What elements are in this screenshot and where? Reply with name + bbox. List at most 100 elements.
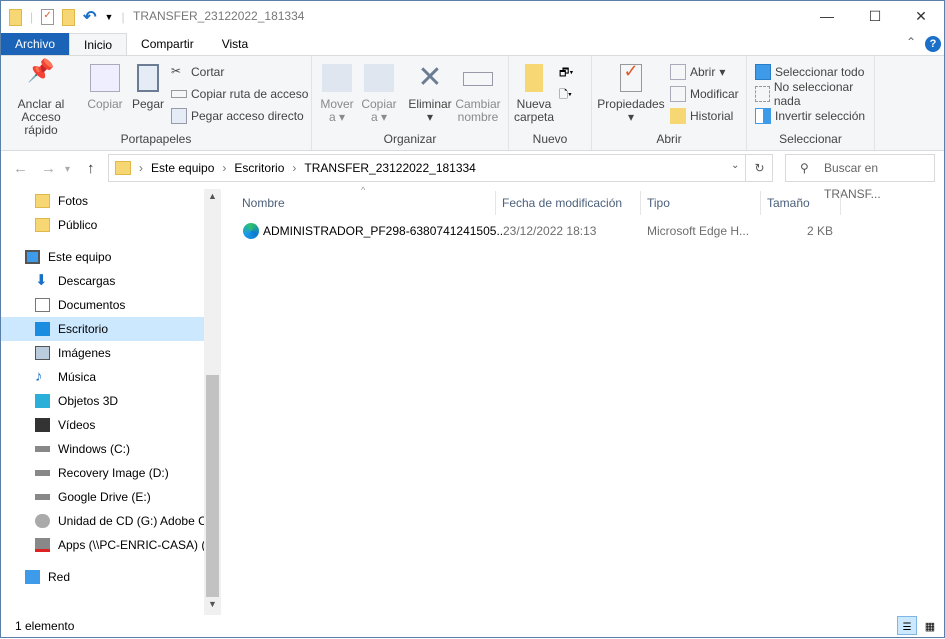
ribbon-tabs: Archivo Inicio Compartir Vista ⌃ ? — [1, 33, 944, 55]
column-header-tamano[interactable]: Tamaño — [761, 191, 841, 215]
cut-button[interactable]: ✂ Cortar — [171, 62, 224, 82]
nav-item[interactable]: Apps (\\PC-ENRIC-CASA) (P — [1, 533, 204, 557]
nav-item[interactable]: Unidad de CD (G:) Adobe CS — [1, 509, 204, 533]
nav-item-label: Windows (C:) — [58, 442, 131, 456]
group-seleccionar: Seleccionar todo No seleccionar nada Inv… — [747, 56, 875, 150]
breadcrumb-current[interactable]: TRANSFER_23122022_181334 — [304, 161, 475, 175]
copy-icon — [90, 64, 120, 92]
network-drive-icon — [35, 538, 50, 552]
collapse-ribbon-icon[interactable]: ⌃ — [906, 35, 916, 49]
nav-item[interactable]: Google Drive (E:) — [1, 485, 204, 509]
nav-item[interactable]: Red — [1, 565, 204, 589]
tab-inicio[interactable]: Inicio — [69, 33, 128, 55]
nav-item[interactable]: Windows (C:) — [1, 437, 204, 461]
tab-archivo[interactable]: Archivo — [1, 33, 70, 55]
nav-item[interactable]: ⬇ Descargas — [1, 269, 204, 293]
copy-path-button[interactable]: Copiar ruta de acceso — [171, 84, 308, 104]
recent-locations-icon[interactable]: ▾ — [65, 164, 70, 175]
invert-selection-button[interactable]: Invertir selección — [755, 106, 865, 126]
file-date: 23/12/2022 18:13 — [503, 224, 597, 238]
properties-icon[interactable]: ✓ — [41, 9, 55, 25]
paste-button[interactable]: Pegar — [129, 64, 167, 111]
explorer-window: | ✓ ↶ ▼ | TRANSFER_23122022_181334 — ☐ ✕… — [0, 0, 945, 638]
nav-item[interactable]: Vídeos — [1, 413, 204, 437]
nav-item-label: Imágenes — [58, 346, 111, 360]
back-button[interactable]: ← — [13, 160, 28, 177]
help-icon[interactable]: ? — [925, 36, 941, 52]
nav-item[interactable]: Objetos 3D — [1, 389, 204, 413]
nav-item[interactable]: Recovery Image (D:) — [1, 461, 204, 485]
pin-quick-access-button[interactable]: 📌 Anclar al Acceso rápido — [5, 58, 77, 137]
minimize-button[interactable]: — — [804, 1, 850, 31]
up-button[interactable]: ↑ — [87, 160, 95, 177]
new-folder-icon[interactable] — [62, 8, 76, 26]
customize-dropdown-icon[interactable]: ▼ — [105, 12, 114, 22]
computer-icon — [25, 250, 40, 264]
easy-access-icon[interactable]: 🗋▾ — [559, 86, 572, 105]
breadcrumb-escritorio[interactable]: Escritorio — [234, 161, 284, 175]
video-icon — [35, 418, 50, 432]
column-header-fecha[interactable]: Fecha de modificación — [496, 191, 641, 215]
close-button[interactable]: ✕ — [898, 1, 944, 31]
copy-button[interactable]: Copiar — [85, 64, 125, 111]
maximize-button[interactable]: ☐ — [852, 1, 898, 31]
folder-icon — [525, 64, 543, 92]
status-bar: 1 elemento ☰ ▦ — [1, 615, 944, 637]
nav-item-label: Unidad de CD (G:) Adobe CS — [58, 514, 204, 528]
address-dropdown-icon[interactable]: ⌄ — [731, 160, 739, 171]
select-none-icon — [755, 86, 770, 102]
nav-item[interactable]: Documentos — [1, 293, 204, 317]
open-button[interactable]: Abrir ▾ — [670, 62, 725, 82]
nav-item-label: Fotos — [58, 194, 89, 208]
folder-icon — [35, 218, 50, 232]
nav-item-label: Público — [58, 218, 98, 232]
tab-compartir[interactable]: Compartir — [127, 33, 208, 55]
group-label: Abrir — [656, 132, 682, 146]
nav-item-label: Recovery Image (D:) — [58, 466, 169, 480]
paste-shortcut-button[interactable]: Pegar acceso directo — [171, 106, 304, 126]
undo-icon[interactable]: ↶ — [83, 7, 96, 27]
cube-icon — [35, 394, 50, 408]
forward-button[interactable]: → — [41, 160, 56, 177]
nav-item[interactable]: Público — [1, 213, 204, 237]
scissors-icon: ✂ — [171, 64, 182, 78]
cd-icon — [35, 514, 50, 528]
nav-item[interactable]: ♪ Música — [1, 365, 204, 389]
nav-item-label: Red — [48, 570, 71, 584]
move-to-button[interactable]: Mover a ▾ — [318, 64, 356, 124]
nav-item[interactable]: Imágenes — [1, 341, 204, 365]
nav-item-label: Escritorio — [58, 322, 109, 336]
details-view-icon[interactable]: ☰ — [897, 616, 917, 635]
column-header-tipo[interactable]: Tipo — [641, 191, 761, 215]
file-type: Microsoft Edge H... — [647, 224, 750, 238]
column-header-nombre[interactable]: Nombre — [236, 191, 496, 215]
select-all-button[interactable]: Seleccionar todo — [755, 62, 864, 82]
search-input[interactable]: ⚲ Buscar en TRANSF... — [785, 154, 935, 201]
properties-button[interactable]: ✓ Propiedades ▾ — [596, 62, 666, 124]
window-title: TRANSFER_23122022_181334 — [133, 9, 305, 23]
breadcrumb-este-equipo[interactable]: Este equipo — [151, 161, 214, 175]
nav-item[interactable]: Fotos — [1, 189, 204, 213]
refresh-icon[interactable]: ↻ — [745, 155, 773, 181]
tab-vista[interactable]: Vista — [208, 33, 262, 55]
open-icon — [670, 64, 686, 80]
nav-scrollbar-thumb[interactable] — [206, 375, 219, 597]
rename-button[interactable]: Cambiar nombre — [454, 64, 502, 124]
address-bar[interactable]: › Este equipo › Escritorio › TRANSFER_2312… — [108, 154, 773, 182]
network-icon — [25, 570, 40, 584]
new-folder-button[interactable]: Nueva carpeta — [513, 64, 555, 124]
file-name[interactable]: ADMINISTRADOR_PF298-6380741241505... — [263, 220, 506, 242]
nav-item[interactable]: Escritorio — [1, 317, 204, 341]
pin-icon: 📌 — [27, 58, 55, 83]
copy-to-button[interactable]: Copiar a ▾ — [360, 64, 398, 124]
nav-item[interactable]: Este equipo — [1, 245, 204, 269]
new-item-icon[interactable]: 🗗▾ — [559, 64, 573, 83]
history-button[interactable]: Historial — [670, 106, 733, 126]
large-icons-view-icon[interactable]: ▦ — [921, 616, 939, 635]
shortcut-icon — [171, 108, 187, 124]
select-none-button[interactable]: No seleccionar nada — [755, 80, 874, 108]
group-label: Portapapeles — [120, 132, 192, 146]
edit-button[interactable]: Modificar — [670, 84, 739, 104]
delete-button[interactable]: ✕ Eliminar ▾ — [408, 63, 452, 124]
history-icon — [670, 108, 686, 124]
